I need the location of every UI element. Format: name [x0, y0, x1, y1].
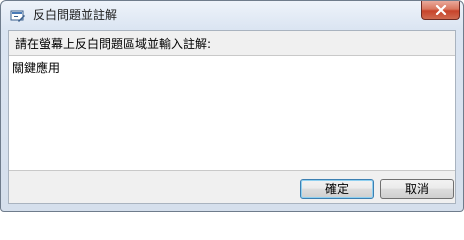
ok-button[interactable]: 確定: [300, 179, 374, 199]
title-bar[interactable]: 反白問題並註解: [1, 1, 463, 30]
cancel-button[interactable]: 取消: [380, 179, 454, 199]
snipping-pen-icon: [10, 8, 26, 24]
prompt-label: 請在螢幕上反白問題區域並輸入註解:: [15, 37, 212, 51]
window-title: 反白問題並註解: [33, 8, 118, 22]
close-icon: [435, 5, 447, 15]
close-button[interactable]: [421, 1, 460, 20]
comment-textarea[interactable]: 關鍵應用: [9, 55, 455, 171]
comment-text: 關鍵應用: [12, 61, 61, 75]
annotation-dialog: 反白問題並註解 請在螢幕上反白問題區域並輸入註解: 關鍵應用 確定 取消: [0, 0, 464, 212]
dialog-body: 請在螢幕上反白問題區域並輸入註解: 關鍵應用 確定 取消: [8, 30, 456, 204]
